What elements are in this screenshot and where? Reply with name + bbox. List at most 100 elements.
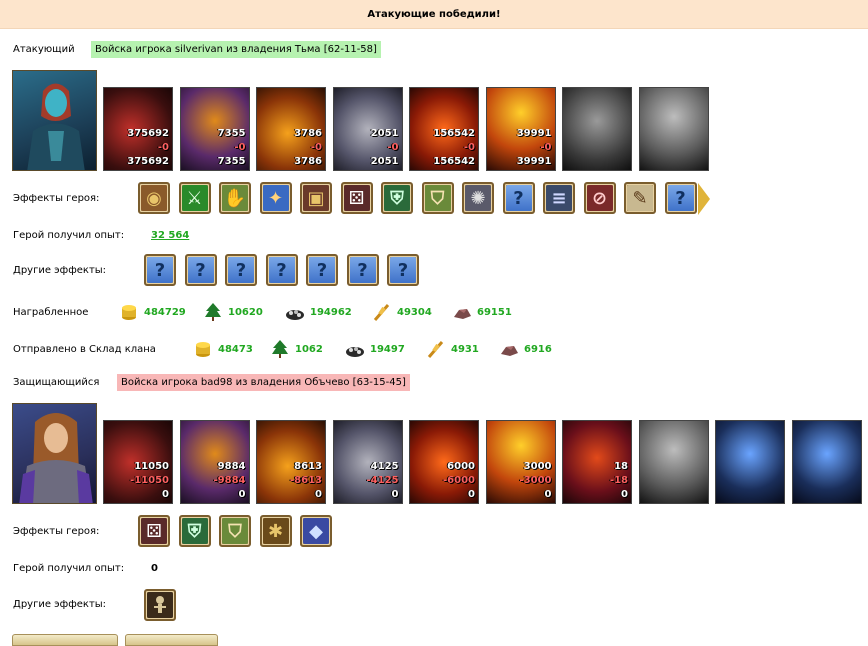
insect-effect-icon[interactable]: ✱	[259, 515, 292, 547]
unit-count-n2: -8613	[290, 475, 322, 486]
deal-shield-effect-icon[interactable]: ⛉	[421, 182, 454, 214]
barrel-effect-icon[interactable]: ≡	[543, 182, 575, 214]
flame-warrior-unit[interactable]: 3000 -3000 0	[485, 420, 556, 504]
unit-count-n2: -4125	[366, 475, 399, 486]
defender-xp-value: 0	[151, 563, 158, 574]
defender-hero-portrait[interactable]	[12, 403, 97, 504]
unit-count-n1: 156542	[433, 128, 475, 139]
crossed-effect-icon[interactable]: ⊘	[583, 182, 616, 214]
unit-count-n1: 18	[614, 461, 628, 472]
attacker-effects-label: Эффекты героя:	[13, 193, 100, 204]
crystal-effect-icon-glyph: ◆	[303, 518, 329, 544]
grain-resource: 49304	[372, 302, 432, 322]
unknown-other-effect-icon-2-glyph: ?	[187, 257, 214, 283]
dice-effect-icon[interactable]: ⚄	[340, 182, 373, 214]
stone-icon	[452, 302, 477, 322]
unknown-other-effect-icon-1[interactable]: ?	[144, 254, 176, 286]
fire-beast-unit[interactable]: 3786 -0 3786	[256, 87, 326, 171]
handshake-effect-icon[interactable]: ✋	[219, 182, 251, 214]
wood-amount: 1062	[295, 343, 323, 355]
reaper-gray-unit[interactable]	[638, 420, 709, 504]
unit-count-n1: 4125	[370, 461, 399, 472]
looted-label: Награбленное	[13, 307, 89, 318]
bag-effect-icon[interactable]: ◉	[138, 182, 170, 214]
fire-elemental-unit[interactable]: 6000 -6000 0	[409, 420, 479, 504]
fire-hand-effect-icon[interactable]: ✦	[259, 182, 292, 214]
unknown-effect-icon[interactable]: ?	[502, 182, 535, 214]
unknown-effect-icon-2[interactable]: ?	[664, 182, 697, 214]
red-dragon-unit[interactable]: 11050 -11050 0	[103, 420, 173, 504]
demon-lord-unit[interactable]: 18 -18 0	[562, 420, 632, 504]
unknown-other-effect-icon-3[interactable]: ?	[225, 254, 257, 286]
attacker-xp-value[interactable]: 32 564	[151, 230, 189, 241]
fire-elemental-unit[interactable]: 156542 -0 156542	[409, 87, 479, 171]
attacker-other-effects-label: Другие эффекты:	[13, 265, 107, 276]
unknown-other-effect-icon-2[interactable]: ?	[184, 254, 217, 286]
chest-effect-icon-glyph: ▣	[303, 185, 329, 211]
flame-warrior-unit[interactable]: 39991 -0 39991	[485, 87, 556, 171]
unit-count-n2: -3000	[519, 475, 552, 486]
red-dragon-unit[interactable]: 375692 -0 375692	[103, 87, 173, 171]
attacker-army-label: Войска игрока silverivan из владения Тьм…	[91, 41, 381, 58]
ore-resource: 19497	[345, 339, 405, 359]
gold-icon	[193, 339, 218, 359]
shield-effect-icon-glyph: ⛨	[384, 185, 410, 211]
grain-amount: 49304	[397, 306, 432, 318]
gold-resource: 484729	[119, 302, 186, 322]
shield-effect-icon[interactable]: ⛨	[381, 182, 413, 214]
unknown-other-effect-icon-6-glyph: ?	[349, 257, 376, 283]
lich-unit[interactable]: 9884 -9884 0	[179, 420, 250, 504]
stone-resource: 69151	[452, 302, 512, 322]
unit-count-n2: -0	[234, 142, 246, 153]
bottom-button-2[interactable]	[125, 634, 218, 646]
unit-count-n1: 8613	[294, 461, 322, 472]
bag-effect-icon-glyph: ◉	[141, 185, 167, 211]
unknown-other-effect-icon-4[interactable]: ?	[265, 254, 298, 286]
gray-dragon-unit[interactable]: 2051 -0 2051	[332, 87, 403, 171]
unit-count-n1: 6000	[447, 461, 475, 472]
unit-count-n2: -0	[463, 142, 475, 153]
unit-count-n3: 0	[162, 489, 169, 500]
chest-effect-icon[interactable]: ▣	[300, 182, 332, 214]
fire-beast-unit[interactable]: 8613 -8613 0	[256, 420, 326, 504]
unit-count-n2: -9884	[213, 475, 246, 486]
ore-amount: 19497	[370, 343, 405, 355]
lich-unit[interactable]: 7355 -0 7355	[179, 87, 250, 171]
shield-effect-icon-glyph: ⛨	[181, 518, 208, 544]
gold-icon	[119, 302, 144, 322]
wood-icon	[270, 339, 295, 359]
crystal-tower-unit-2[interactable]	[791, 420, 862, 504]
unit-count-n3: 2051	[370, 156, 399, 167]
web-effect-icon[interactable]: ✺	[462, 182, 494, 214]
unknown-other-effect-icon-7[interactable]: ?	[387, 254, 419, 286]
unit-count-n3: 0	[315, 489, 322, 500]
defender-army-label: Войска игрока bad98 из владения Объчево …	[117, 374, 410, 391]
unknown-other-effect-icon-5[interactable]: ?	[306, 254, 338, 286]
attacker-hero-portrait[interactable]	[12, 70, 97, 171]
shield-effect-icon[interactable]: ⛨	[178, 515, 211, 547]
dice-effect-icon-glyph: ⚄	[343, 185, 370, 211]
effects-scroll-right-arrow[interactable]	[698, 183, 710, 215]
scroll-effect-icon[interactable]: ✎	[624, 182, 656, 214]
minotaur-gray-unit[interactable]	[562, 87, 632, 171]
stone-amount: 69151	[477, 306, 512, 318]
crystal-tower-unit[interactable]	[715, 420, 785, 504]
defender-effects-label: Эффекты героя:	[13, 526, 100, 537]
sword-effect-icon[interactable]: ⚔	[178, 182, 211, 214]
reaper-gray-unit[interactable]	[638, 87, 709, 171]
stone-icon	[499, 339, 524, 359]
unit-count-n1: 11050	[134, 461, 169, 472]
unknown-other-effect-icon-6[interactable]: ?	[346, 254, 379, 286]
attacker-xp-label: Герой получил опыт:	[13, 230, 125, 241]
battle-result-banner: Атакующие победили!	[0, 0, 868, 29]
crystal-effect-icon[interactable]: ◆	[300, 515, 332, 547]
deal-shield-effect-icon[interactable]: ⛉	[219, 515, 251, 547]
gray-dragon-unit[interactable]: 4125 -4125 0	[332, 420, 403, 504]
hero-portrait-art	[19, 413, 93, 503]
unknown-other-effect-icon-3-glyph: ?	[228, 257, 254, 283]
unit-count-n2: -6000	[443, 475, 475, 486]
skeleton-effect-icon[interactable]	[144, 589, 176, 621]
dice-effect-icon[interactable]: ⚄	[138, 515, 170, 547]
bottom-button-1[interactable]	[12, 634, 118, 646]
unit-count-n3: 375692	[127, 156, 169, 167]
